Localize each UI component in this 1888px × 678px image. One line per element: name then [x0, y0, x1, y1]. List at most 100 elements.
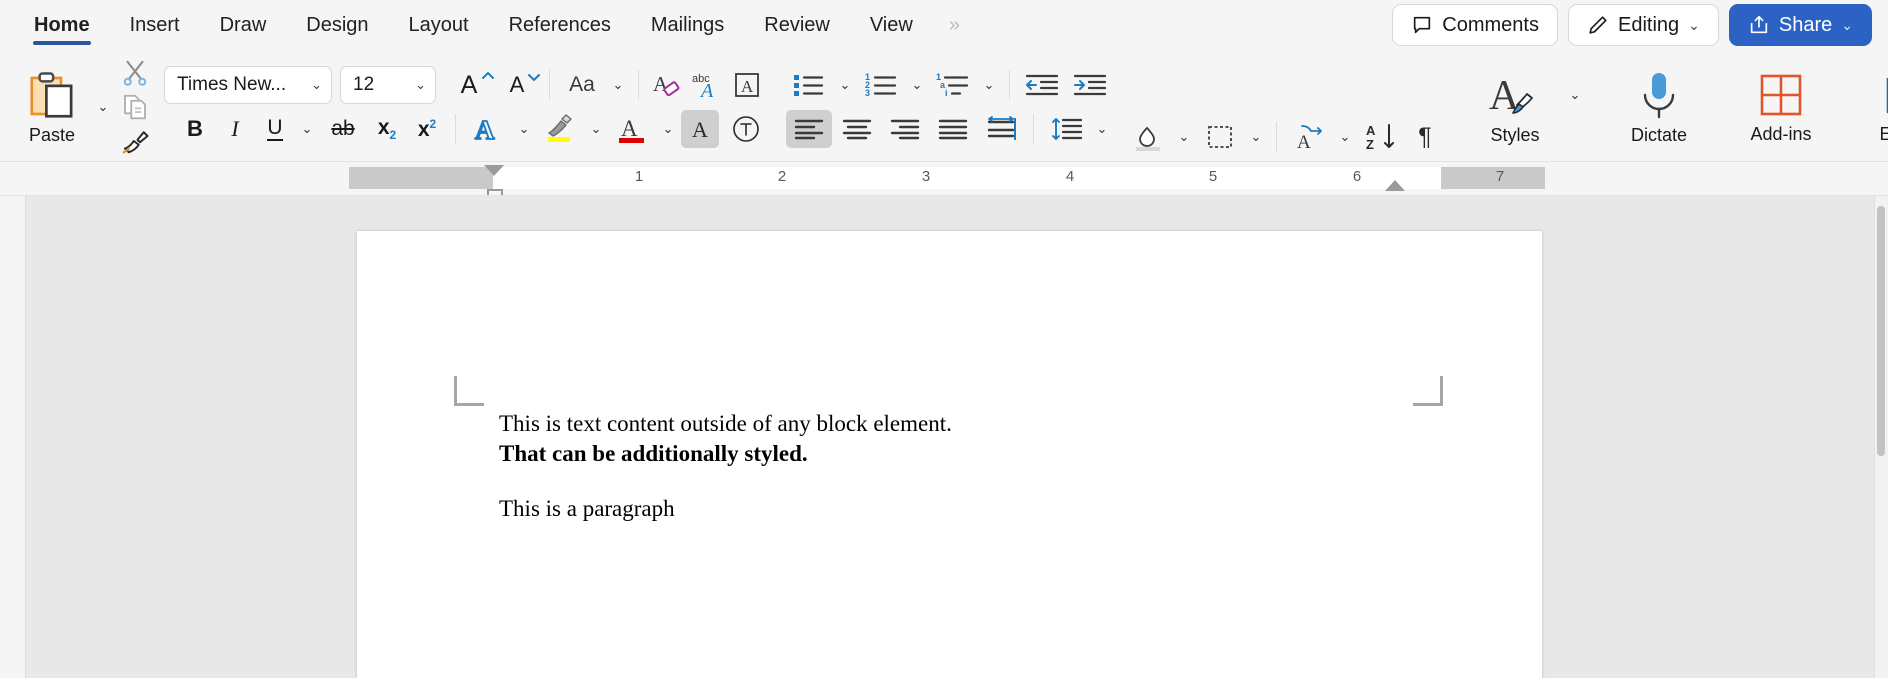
grow-font-icon: A — [461, 71, 494, 100]
asian-layout-chevron-down-icon[interactable]: ⌄ — [1334, 118, 1356, 156]
font-size-dropdown[interactable]: 12 ⌄ — [340, 66, 436, 104]
distributed-button[interactable] — [978, 110, 1024, 148]
shading-text-button[interactable]: A — [681, 110, 719, 148]
character-border-button[interactable] — [727, 110, 765, 148]
paste-options-chevron-down-icon[interactable]: ⌄ — [92, 88, 114, 126]
tab-view[interactable]: View — [850, 0, 933, 50]
paste-button[interactable]: Paste — [14, 69, 90, 146]
increase-indent-button[interactable] — [1067, 66, 1113, 104]
align-left-button[interactable] — [786, 110, 832, 148]
tab-design[interactable]: Design — [286, 0, 388, 50]
tab-mailings[interactable]: Mailings — [631, 0, 744, 50]
styles-button[interactable]: A Styles — [1466, 57, 1564, 157]
editor-button[interactable]: Editor — [1854, 57, 1888, 157]
grow-font-button[interactable]: A — [446, 66, 494, 104]
shading-button[interactable] — [1125, 118, 1171, 156]
multilevel-list-button[interactable]: 1 a i — [930, 66, 976, 104]
document-page[interactable]: This is text content outside of any bloc… — [357, 231, 1542, 678]
font-divider-3 — [455, 114, 456, 144]
font-name-dropdown[interactable]: Times New... ⌄ — [164, 66, 332, 104]
text-highlight-button[interactable] — [537, 110, 583, 148]
align-right-icon — [889, 117, 921, 141]
strikethrough-button[interactable]: ab — [320, 110, 366, 148]
asian-layout-button[interactable]: A — [1286, 118, 1332, 156]
left-indent-marker[interactable] — [487, 189, 503, 195]
document-text-body[interactable]: This is text content outside of any bloc… — [499, 409, 1419, 524]
scrollbar-thumb[interactable] — [1877, 206, 1885, 456]
multilevel-chevron-down-icon[interactable]: ⌄ — [978, 66, 1000, 104]
tab-draw[interactable]: Draw — [200, 0, 287, 50]
vertical-scrollbar[interactable] — [1874, 196, 1888, 678]
clear-formatting-button[interactable]: A — [648, 66, 686, 104]
underline-chevron-down-icon[interactable]: ⌄ — [296, 110, 318, 148]
decrease-indent-button[interactable] — [1019, 66, 1065, 104]
dictate-label: Dictate — [1630, 124, 1688, 145]
cut-button[interactable] — [120, 58, 150, 88]
borders-chevron-down-icon[interactable]: ⌄ — [1245, 118, 1267, 156]
tab-home[interactable]: Home — [14, 0, 110, 50]
line-spacing-button[interactable] — [1043, 110, 1089, 148]
tab-insert[interactable]: Insert — [110, 0, 200, 50]
bullets-button[interactable] — [786, 66, 832, 104]
tab-home-label: Home — [34, 13, 90, 36]
document-canvas[interactable]: This is text content outside of any bloc… — [26, 196, 1888, 678]
line-spacing-chevron-down-icon[interactable]: ⌄ — [1091, 110, 1113, 148]
bullets-chevron-down-icon[interactable]: ⌄ — [834, 66, 856, 104]
comment-bubble-icon — [1411, 14, 1433, 36]
justify-icon — [937, 117, 969, 141]
format-painter-button[interactable] — [120, 126, 150, 156]
text-effects-chevron-down-icon[interactable]: ⌄ — [513, 110, 535, 148]
dictate-button[interactable]: Dictate — [1610, 57, 1708, 157]
underline-label: U — [267, 116, 283, 142]
chevron-down-icon: ⌄ — [1688, 16, 1700, 33]
font-color-button[interactable]: A — [609, 110, 655, 148]
shrink-font-button[interactable]: A — [494, 66, 540, 104]
spelling-grammar-button[interactable]: abc A — [688, 66, 726, 104]
shading-chevron-down-icon[interactable]: ⌄ — [1173, 118, 1195, 156]
first-line-indent-marker[interactable] — [484, 165, 504, 176]
paste-control: Paste ⌄ — [14, 69, 114, 146]
more-tabs-icon[interactable]: » — [933, 14, 974, 37]
styles-chevron-down-icon[interactable]: ⌄ — [1564, 76, 1586, 114]
addins-group: Add-ins — [1724, 54, 1838, 160]
copy-button[interactable] — [120, 92, 150, 122]
share-button[interactable]: Share ⌄ — [1728, 4, 1872, 46]
tab-design-label: Design — [306, 13, 369, 36]
italic-button[interactable]: I — [216, 110, 254, 148]
underline-button[interactable]: U — [256, 110, 294, 148]
right-indent-marker[interactable] — [1385, 180, 1405, 191]
font-color-chevron-down-icon[interactable]: ⌄ — [657, 110, 679, 148]
horizontal-ruler[interactable]: 1 2 3 4 5 6 7 — [0, 162, 1888, 196]
change-case-button[interactable]: Aa — [559, 66, 605, 104]
superscript-button[interactable]: x2 — [408, 110, 446, 148]
font-group: Times New... ⌄ 12 ⌄ A A Aa ⌄ A abc A A B… — [158, 54, 772, 160]
tab-references-label: References — [508, 13, 611, 36]
subscript-button[interactable]: x2 — [368, 110, 406, 148]
text-box-button[interactable]: A — [728, 66, 766, 104]
numbering-button[interactable]: 1 2 3 — [858, 66, 904, 104]
bold-button[interactable]: B — [176, 110, 214, 148]
text-highlight-chevron-down-icon[interactable]: ⌄ — [585, 110, 607, 148]
text-effects-button[interactable]: A — [465, 110, 511, 148]
justify-button[interactable] — [930, 110, 976, 148]
tab-insert-label: Insert — [129, 13, 180, 36]
paragraph-divider — [1009, 70, 1010, 100]
align-right-button[interactable] — [882, 110, 928, 148]
addins-button[interactable]: Add-ins — [1732, 57, 1830, 157]
borders-button[interactable] — [1197, 118, 1243, 156]
multilevel-list-icon: 1 a i — [936, 72, 970, 98]
tab-review[interactable]: Review — [744, 0, 850, 50]
ribbon-tabs: Home Insert Draw Design Layout Reference… — [14, 0, 974, 50]
align-center-button[interactable] — [834, 110, 880, 148]
highlighter-icon — [543, 113, 577, 145]
bullet-list-icon — [792, 72, 826, 98]
sort-button[interactable]: A Z — [1358, 118, 1404, 156]
show-formatting-marks-button[interactable]: ¶ — [1406, 118, 1444, 156]
tab-references[interactable]: References — [489, 0, 631, 50]
comments-button[interactable]: Comments — [1392, 4, 1558, 46]
numbering-chevron-down-icon[interactable]: ⌄ — [906, 66, 928, 104]
decrease-indent-icon — [1025, 72, 1059, 98]
change-case-chevron-down-icon[interactable]: ⌄ — [607, 66, 629, 104]
editing-mode-button[interactable]: Editing ⌄ — [1568, 4, 1719, 46]
tab-layout[interactable]: Layout — [389, 0, 489, 50]
